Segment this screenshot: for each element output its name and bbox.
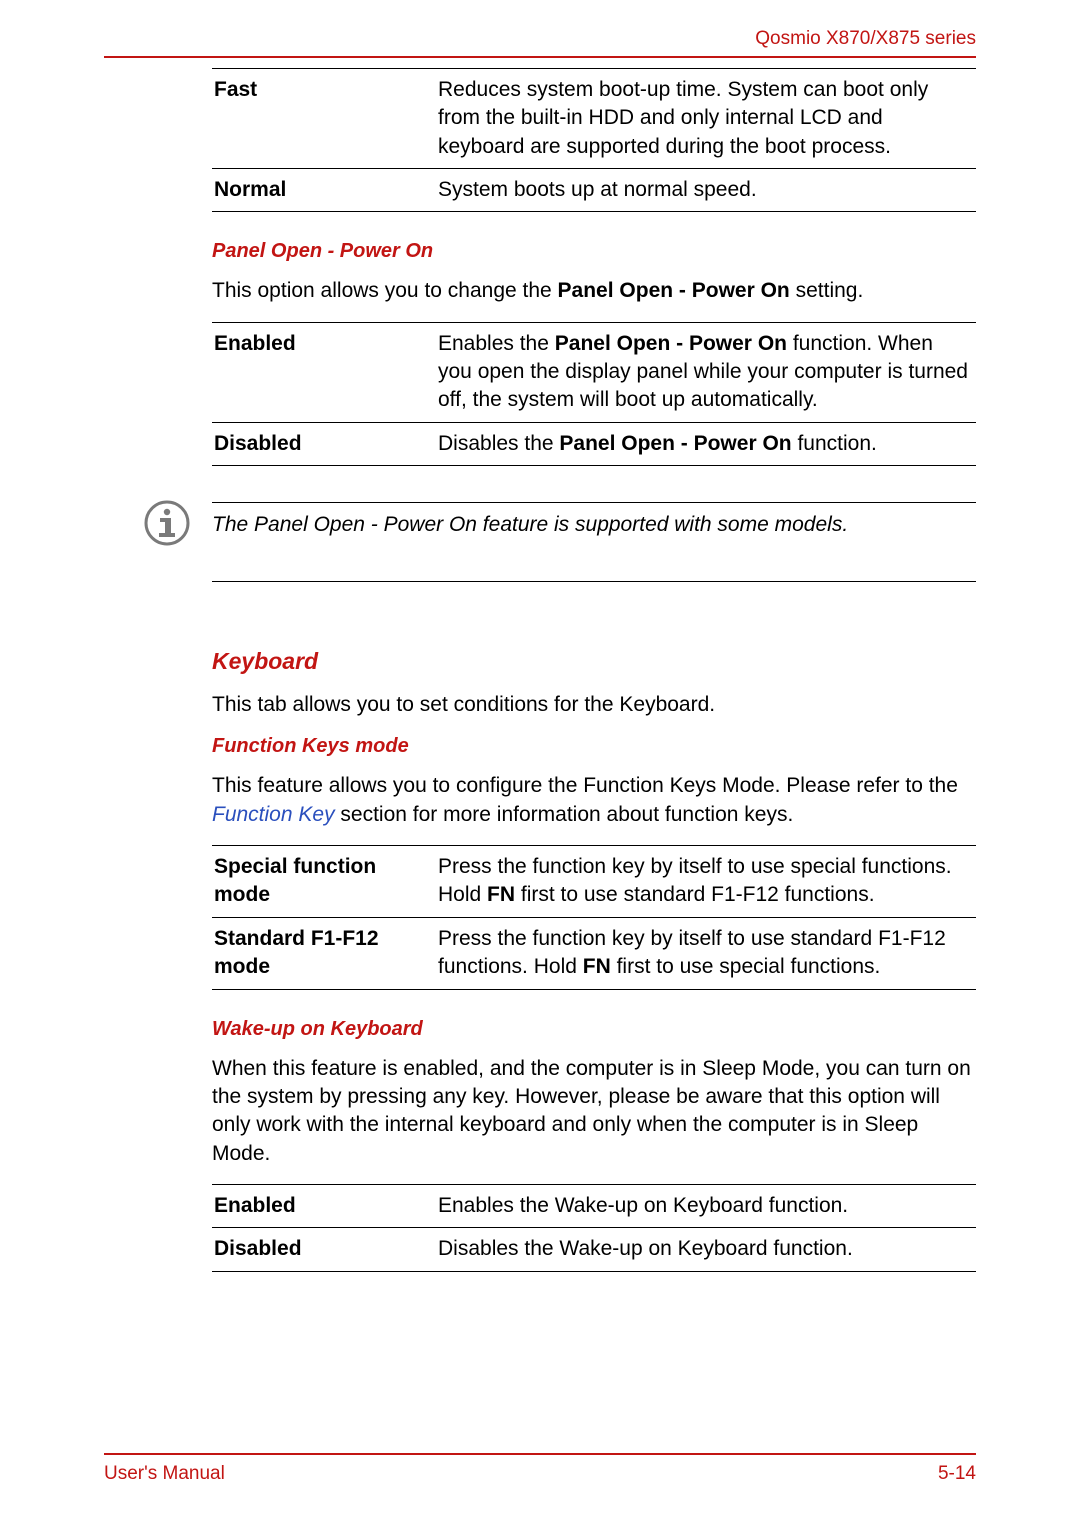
fnkeys-table: Special function mode Press the function…: [212, 845, 976, 989]
text-bold: Panel Open - Power On: [558, 279, 790, 302]
term-special-mode: Special function mode: [212, 846, 436, 918]
table-row: Enabled Enables the Wake-up on Keyboard …: [212, 1184, 976, 1227]
desc-wake-disabled: Disables the Wake-up on Keyboard functio…: [436, 1228, 976, 1271]
wakekbd-heading: Wake-up on Keyboard: [212, 1018, 976, 1041]
fnkeys-intro: This feature allows you to configure the…: [212, 772, 976, 829]
text-bold: FN: [583, 955, 611, 978]
panel-open-table: Enabled Enables the Panel Open - Power O…: [212, 322, 976, 466]
term-enabled: Enabled: [212, 322, 436, 422]
desc-standard-mode: Press the function key by itself to use …: [436, 917, 976, 989]
text-bold: Panel Open - Power On: [559, 432, 791, 455]
panel-open-intro: This option allows you to change the Pan…: [212, 277, 976, 305]
table-row: Normal System boots up at normal speed.: [212, 169, 976, 212]
text: section for more information about funct…: [335, 803, 794, 826]
term-normal: Normal: [212, 169, 436, 212]
panel-open-heading: Panel Open - Power On: [212, 240, 976, 263]
keyboard-intro: This tab allows you to set conditions fo…: [212, 691, 976, 719]
panel-open-note: The Panel Open - Power On feature is sup…: [212, 494, 976, 588]
term-wake-disabled: Disabled: [212, 1228, 436, 1271]
text: function.: [792, 432, 877, 455]
desc-normal: System boots up at normal speed.: [436, 169, 976, 212]
desc-fast: Reduces system boot-up time. System can …: [436, 69, 976, 169]
text-bold: Panel Open - Power On: [555, 332, 787, 355]
text: This feature allows you to configure the…: [212, 774, 958, 797]
text: Disables the: [438, 432, 559, 455]
desc-special-mode: Press the function key by itself to use …: [436, 846, 976, 918]
text: This option allows you to change the: [212, 279, 558, 302]
term-standard-mode: Standard F1-F12 mode: [212, 917, 436, 989]
text-bold: FN: [487, 883, 515, 906]
term-fast: Fast: [212, 69, 436, 169]
term-disabled: Disabled: [212, 422, 436, 465]
table-row: Special function mode Press the function…: [212, 846, 976, 918]
table-row: Fast Reduces system boot-up time. System…: [212, 69, 976, 169]
function-key-link[interactable]: Function Key: [212, 803, 335, 826]
desc-disabled: Disables the Panel Open - Power On funct…: [436, 422, 976, 465]
text: first to use standard F1-F12 functions.: [515, 883, 875, 906]
note-text: The Panel Open - Power On feature is sup…: [212, 502, 976, 582]
desc-enabled: Enables the Panel Open - Power On functi…: [436, 322, 976, 422]
table-row: Disabled Disables the Panel Open - Power…: [212, 422, 976, 465]
table-row: Standard F1-F12 mode Press the function …: [212, 917, 976, 989]
keyboard-heading: Keyboard: [212, 648, 976, 675]
boot-speed-table: Fast Reduces system boot-up time. System…: [212, 68, 976, 212]
footer-left: User's Manual: [104, 1463, 225, 1485]
table-row: Enabled Enables the Panel Open - Power O…: [212, 322, 976, 422]
term-wake-enabled: Enabled: [212, 1184, 436, 1227]
header-rule: [104, 56, 976, 58]
wakekbd-table: Enabled Enables the Wake-up on Keyboard …: [212, 1184, 976, 1272]
footer-right: 5-14: [938, 1463, 976, 1485]
info-icon: [144, 500, 190, 546]
desc-wake-enabled: Enables the Wake-up on Keyboard function…: [436, 1184, 976, 1227]
text: setting.: [790, 279, 864, 302]
text: first to use special functions.: [611, 955, 881, 978]
fnkeys-heading: Function Keys mode: [212, 735, 976, 758]
page-header: Qosmio X870/X875 series: [104, 28, 976, 50]
page-footer: User's Manual 5-14: [104, 1453, 976, 1485]
wakekbd-intro: When this feature is enabled, and the co…: [212, 1055, 976, 1168]
text: Enables the: [438, 332, 555, 355]
table-row: Disabled Disables the Wake-up on Keyboar…: [212, 1228, 976, 1271]
